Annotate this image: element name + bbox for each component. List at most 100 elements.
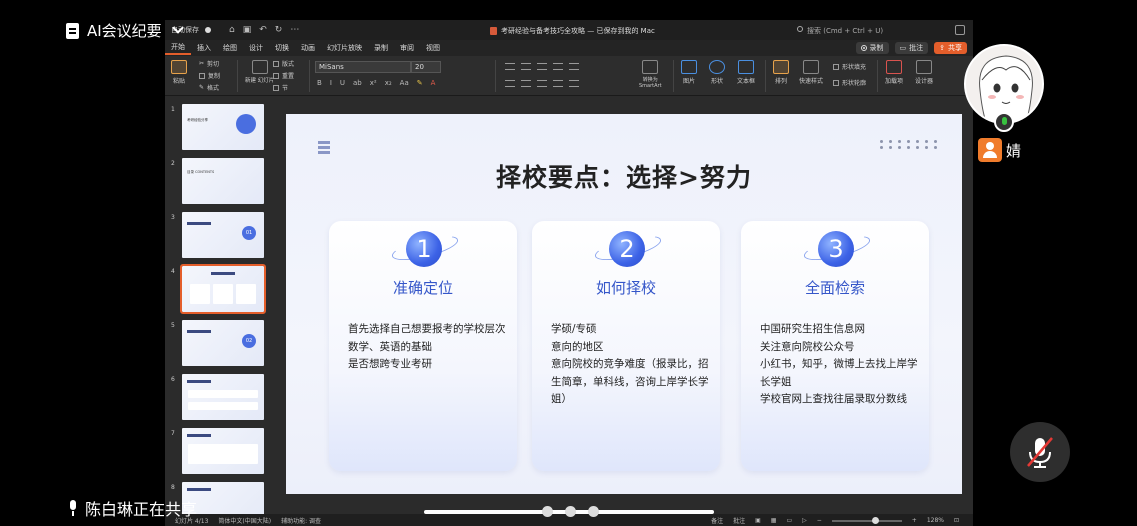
numbering-icon[interactable] — [521, 63, 531, 70]
indent-icon[interactable] — [537, 63, 547, 70]
justify-icon[interactable] — [553, 80, 563, 87]
reset-button[interactable]: 重置 — [273, 71, 294, 80]
thumbnail-slide-5[interactable]: 5 02 — [169, 320, 269, 366]
font-size-select[interactable]: 20 — [411, 61, 441, 73]
card-body[interactable]: 中国研究生招生信息网 关注意向院校公众号 小红书，知乎，微博上去找上岸学长学姐 … — [760, 321, 920, 409]
align-center-icon[interactable] — [521, 80, 531, 87]
pagination-dot[interactable] — [565, 506, 576, 517]
textbox-button[interactable]: 文本框 — [737, 60, 755, 85]
reading-view-icon[interactable]: ▭ — [786, 517, 792, 524]
share-window-icon[interactable] — [955, 25, 965, 35]
record-button[interactable]: 录制 — [855, 42, 889, 54]
sorter-view-icon[interactable]: ▦ — [771, 517, 777, 524]
thumbnail-slide-2[interactable]: 2 目录 CONTENTS — [169, 158, 269, 204]
change-case-icon[interactable]: Aa — [400, 79, 409, 87]
autosave-toggle[interactable] — [205, 27, 211, 33]
accessibility-status[interactable]: 辅助功能: 调查 — [281, 516, 321, 525]
shape-fill-button[interactable]: 形状填充 — [833, 62, 866, 71]
arrange-button[interactable]: 排列 — [773, 60, 789, 85]
thumbnail-slide-1[interactable]: 1 考研经验分享 — [169, 104, 269, 150]
card-line: 关注意向院校公众号 — [760, 340, 855, 353]
search-box[interactable]: 搜索 (Cmd + Ctrl + U) — [797, 26, 883, 36]
normal-view-icon[interactable]: ▣ — [755, 517, 761, 524]
outdent-icon[interactable] — [553, 63, 563, 70]
comments-button[interactable]: 批注 — [733, 516, 745, 525]
card-body[interactable]: 首先选择自己想要报考的学校层次 数学、英语的基础 是否想跨专业考研 — [348, 321, 508, 374]
tab-review[interactable]: 审阅 — [394, 43, 420, 53]
slideshow-view-icon[interactable]: ▷ — [802, 517, 807, 524]
tab-animations[interactable]: 动画 — [295, 43, 321, 53]
pagination-dot[interactable] — [588, 506, 599, 517]
designer-button[interactable]: 设计器 — [915, 60, 933, 85]
zoom-slider[interactable] — [831, 516, 902, 524]
align-right-icon[interactable] — [537, 80, 547, 87]
mute-button[interactable] — [1010, 422, 1070, 482]
subscript-icon[interactable]: x₂ — [385, 79, 392, 87]
slide-title[interactable]: 择校要点：选择>努力 — [286, 158, 962, 194]
language-status[interactable]: 简体中文(中国大陆) — [218, 516, 271, 525]
pagination-dot[interactable] — [542, 506, 553, 517]
new-slide-button[interactable]: 新建 幻灯片 — [245, 60, 274, 84]
zoom-out-icon[interactable]: − — [817, 517, 822, 524]
thumbnail-slide-6[interactable]: 6 — [169, 374, 269, 420]
tab-draw[interactable]: 绘图 — [217, 43, 243, 53]
shape-button[interactable]: 形状 — [709, 60, 725, 85]
highlight-icon[interactable]: ✎ — [417, 79, 423, 87]
card-2[interactable]: 2 如何择校 学硕/专硕 意向的地区 意向院校的竞争难度（报录比，招生简章，单科… — [532, 221, 720, 471]
format-painter-button[interactable]: ✎ 格式 — [199, 83, 219, 92]
line-spacing-icon[interactable] — [569, 63, 579, 70]
copy-button[interactable]: 复制 — [199, 71, 220, 80]
tab-insert[interactable]: 插入 — [191, 43, 217, 53]
fit-slide-icon[interactable]: ⊡ — [954, 517, 959, 524]
layout-button[interactable]: 版式 — [273, 59, 294, 68]
participant-row[interactable]: 婧 — [978, 138, 1021, 162]
strikethrough-icon[interactable]: ab — [353, 79, 362, 87]
slide-canvas[interactable]: 择校要点：选择>努力 1 准确定位 首先选择自己想要报考的学校层次 数学、英语的… — [286, 114, 962, 494]
columns-icon[interactable] — [569, 80, 579, 87]
tab-slideshow[interactable]: 幻灯片放映 — [321, 43, 368, 53]
card-3[interactable]: 3 全面检索 中国研究生招生信息网 关注意向院校公众号 小红书，知乎，微博上去找… — [741, 221, 929, 471]
font-color-icon[interactable]: A — [431, 79, 436, 87]
quick-style-button[interactable]: 快速样式 — [799, 60, 823, 85]
more-icon[interactable]: ⋯ — [290, 25, 299, 35]
thumbnail-slide-7[interactable]: 7 — [169, 428, 269, 474]
card-body[interactable]: 学硕/专硕 意向的地区 意向院校的竞争难度（报录比，招生简章，单科线，咨询上岸学… — [551, 321, 711, 409]
thumbnail-slide-3[interactable]: 3 01 — [169, 212, 269, 258]
home-icon[interactable]: ⌂ — [229, 25, 235, 35]
cut-button[interactable]: ✂ 剪切 — [199, 59, 219, 68]
font-family-select[interactable]: MiSans — [315, 61, 411, 73]
comment-button[interactable]: ▭ 批注 — [894, 42, 929, 54]
shape-outline-button[interactable]: 形状轮廓 — [833, 78, 866, 87]
meeting-title-bar[interactable]: AI会议纪要 — [66, 20, 184, 41]
card-title: 如何择校 — [595, 279, 656, 297]
addins-button[interactable]: 加载项 — [885, 60, 903, 85]
notes-button[interactable]: 备注 — [711, 516, 723, 525]
slide-thumbnail-panel[interactable]: 1 考研经验分享 2 目录 CONTENTS 3 01 4 5 02 6 7 8 — [165, 96, 275, 526]
smartart-button[interactable]: 转换为 SmartArt — [639, 60, 662, 89]
bold-icon[interactable]: B — [317, 79, 322, 87]
tab-home[interactable]: 开始 — [165, 42, 191, 55]
tab-transitions[interactable]: 切换 — [269, 43, 295, 53]
italic-icon[interactable]: I — [330, 79, 332, 87]
thumbnail-slide-4[interactable]: 4 — [169, 264, 269, 314]
document-icon — [66, 22, 79, 39]
tab-design[interactable]: 设计 — [243, 43, 269, 53]
paste-button[interactable]: 粘贴 — [171, 60, 187, 85]
card-1[interactable]: 1 准确定位 首先选择自己想要报考的学校层次 数学、英语的基础 是否想跨专业考研 — [329, 221, 517, 471]
save-icon[interactable]: ▣ — [243, 25, 252, 35]
align-left-icon[interactable] — [505, 80, 515, 87]
new-slide-icon — [251, 60, 268, 74]
share-button[interactable]: ⇪ 共享 — [934, 42, 967, 54]
undo-icon[interactable]: ↶ — [259, 25, 267, 35]
chevron-down-icon[interactable] — [172, 22, 184, 34]
bullets-icon[interactable] — [505, 63, 515, 70]
picture-button[interactable]: 图片 — [681, 60, 697, 85]
section-button[interactable]: 节 — [273, 83, 288, 92]
superscript-icon[interactable]: x² — [370, 79, 377, 87]
tab-record[interactable]: 录制 — [368, 43, 394, 53]
redo-icon[interactable]: ↻ — [275, 25, 283, 35]
zoom-in-icon[interactable]: + — [912, 517, 917, 524]
zoom-level[interactable]: 128% — [927, 517, 944, 524]
underline-icon[interactable]: U — [340, 79, 345, 87]
tab-view[interactable]: 视图 — [420, 43, 446, 53]
